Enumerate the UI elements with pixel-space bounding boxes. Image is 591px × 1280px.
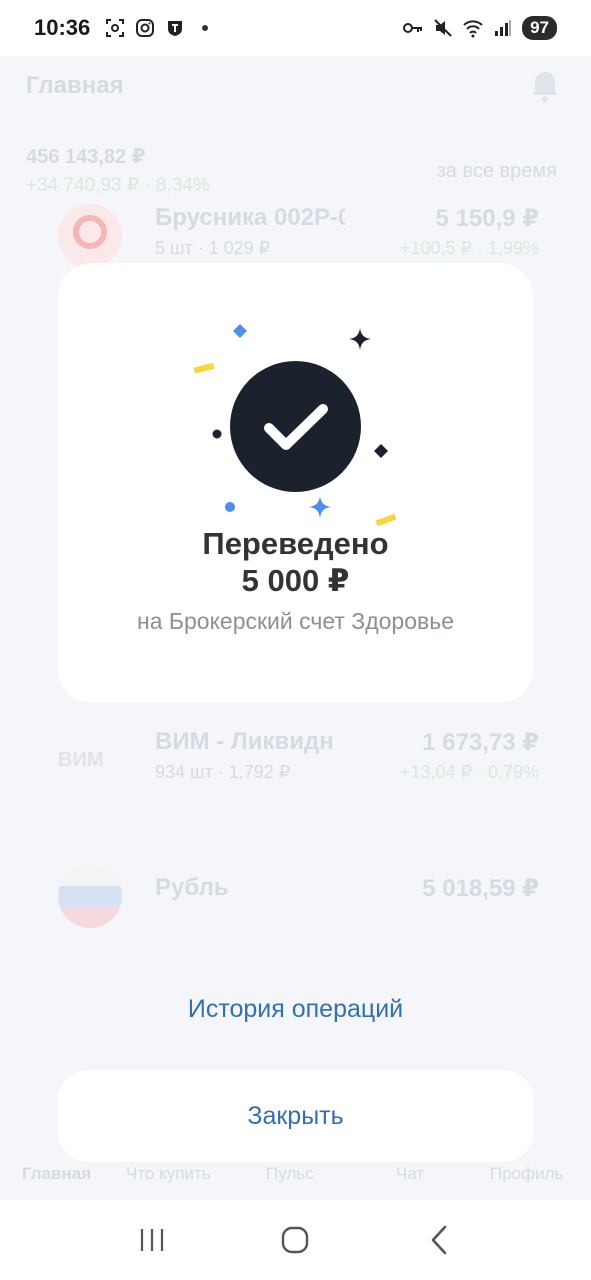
clock: 10:36: [34, 15, 91, 40]
bg-tab-bar: Главная Что купить Пульс Чат Профиль: [0, 1164, 591, 1200]
mute-icon: [432, 17, 454, 39]
confetti-dot-icon: [225, 502, 235, 512]
bg-period-filter: за все время: [436, 160, 557, 182]
confetti-diamond-icon: [233, 324, 247, 338]
tinkoff-icon: [164, 17, 186, 39]
status-bar: 10:36 97: [0, 0, 591, 56]
recent-apps-button[interactable]: [122, 1210, 182, 1270]
bell-icon: [527, 68, 563, 109]
bg-asset-sub: 5 шт · 1 029 ₽: [155, 238, 271, 258]
confetti-dot-icon: [212, 429, 222, 439]
confetti-sparkle-icon: [309, 496, 331, 518]
bg-asset-name: Брусника 002Р-0: [155, 204, 345, 231]
wifi-icon: [462, 17, 484, 39]
vim-logo: ВИМ: [58, 748, 104, 771]
dot-icon: [194, 17, 216, 39]
transfer-destination: на Брокерский счет Здоровье: [137, 608, 454, 634]
status-bar-right: 97: [402, 16, 557, 40]
key-icon: [402, 17, 424, 39]
bg-portfolio-change: +34 740,93 ₽ · 8,34%: [26, 175, 210, 196]
modal-title: Переведено: [202, 526, 389, 561]
home-button[interactable]: [265, 1210, 325, 1270]
bg-asset-value: 5 150,9 ₽: [435, 205, 539, 232]
bg-asset-change: +13,04 ₽ · 0,79%: [399, 762, 539, 782]
transfer-amount: 5 000 ₽: [241, 563, 350, 598]
close-button[interactable]: Закрыть: [58, 1070, 533, 1162]
home-icon: [282, 1226, 309, 1254]
confetti-stripe-icon: [193, 362, 215, 374]
success-modal: Переведено 5 000 ₽ на Брокерский счет Зд…: [58, 263, 533, 703]
status-bar-left: 10:36: [34, 15, 216, 41]
russia-flag-icon: [58, 864, 122, 928]
bg-page-title: Главная: [26, 72, 124, 99]
bg-asset-row: ВИМ ВИМ - Ликвидн 934 шт · 1,792 ₽ 1 673…: [0, 728, 591, 798]
bg-tab-home: Главная: [22, 1164, 92, 1183]
success-badge: [230, 361, 361, 492]
confetti-stripe-icon: [375, 513, 397, 527]
bg-tab-what-to-buy: Что купить: [126, 1164, 211, 1183]
bg-asset-change: +100,5 ₽ · 1,99%: [399, 238, 539, 258]
recent-apps-icon: [140, 1229, 163, 1251]
bg-tab-profile: Профиль: [490, 1164, 564, 1183]
battery-indicator: 97: [522, 16, 557, 40]
system-nav-bar: [0, 1200, 591, 1280]
checkmark-icon: [263, 403, 328, 450]
operations-history-link[interactable]: История операций: [0, 995, 591, 1024]
confetti-diamond-icon: [374, 444, 388, 458]
confetti-sparkle-icon: [349, 328, 371, 350]
bg-tab-pulse: Пульс: [266, 1164, 314, 1183]
signal-icon: [492, 17, 514, 39]
bg-asset-name: ВИМ - Ликвидн: [155, 728, 334, 755]
bg-asset-name: Рубль: [155, 874, 229, 901]
bg-asset-value: 5 018,59 ₽: [422, 875, 539, 902]
bg-asset-row: Рубль 5 018,59 ₽: [0, 864, 591, 938]
bg-asset-value: 1 673,73 ₽: [422, 729, 539, 756]
back-icon: [431, 1225, 447, 1255]
brusnika-logo: [58, 204, 122, 268]
back-button[interactable]: [409, 1210, 469, 1270]
bg-tab-chat: Чат: [396, 1164, 425, 1183]
bg-portfolio-total: 456 143,82 ₽: [26, 146, 146, 168]
bg-asset-sub: 934 шт · 1,792 ₽: [155, 762, 291, 782]
screenshot-icon: [104, 17, 126, 39]
instagram-icon: [134, 17, 156, 39]
